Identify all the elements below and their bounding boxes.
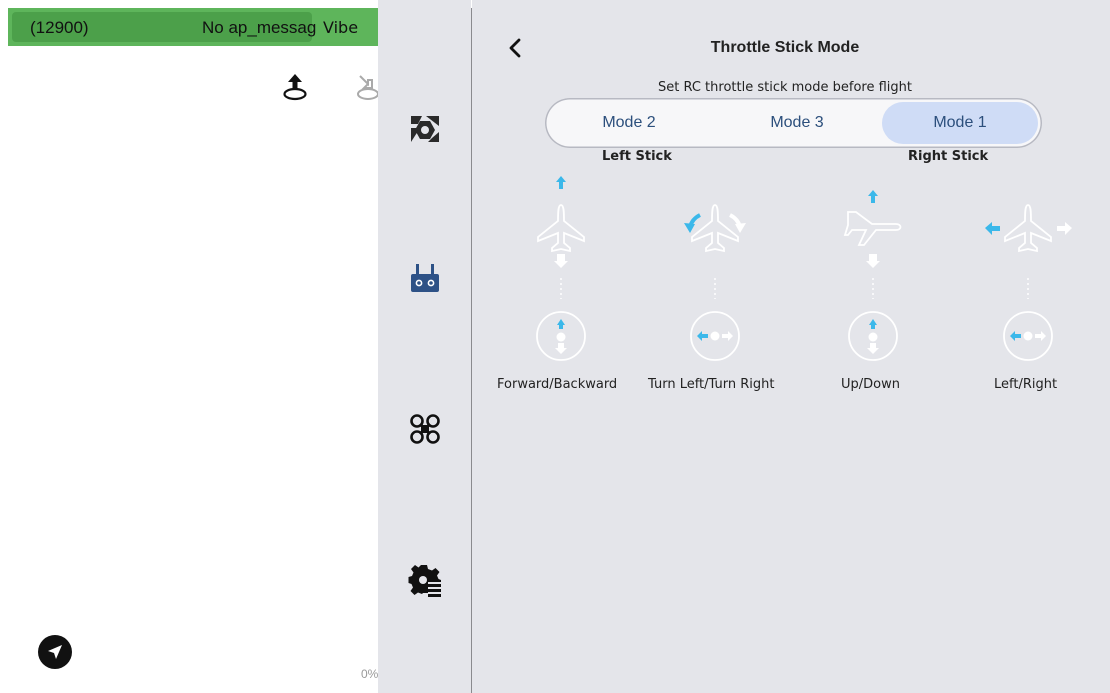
mode-selector: Mode 2 Mode 3 Mode 1 bbox=[545, 98, 1042, 148]
log-panel: (12900) No ap_message Vibe 0% bbox=[0, 0, 378, 693]
down-arrow-icon bbox=[866, 254, 880, 268]
caption-left-right: Left/Right bbox=[994, 377, 1058, 392]
send-icon bbox=[48, 645, 62, 659]
up-arrow-icon bbox=[868, 190, 878, 203]
turn-diagram bbox=[684, 204, 746, 361]
upload-icon[interactable] bbox=[282, 72, 308, 102]
vibe-label[interactable]: Vibe bbox=[323, 18, 358, 37]
aircraft-icon bbox=[537, 204, 585, 253]
aircraft-icon bbox=[1004, 204, 1052, 253]
status-message: No ap_message bbox=[202, 18, 316, 37]
caption-turn: Turn Left/Turn Right bbox=[648, 377, 775, 392]
status-bar: (12900) No ap_message Vibe bbox=[8, 8, 378, 46]
remote-controller-icon[interactable] bbox=[408, 262, 442, 296]
up-down-diagram bbox=[843, 190, 902, 361]
control-forward-backward bbox=[510, 175, 610, 370]
caption-forward-backward: Forward/Backward bbox=[497, 377, 618, 392]
backward-arrow-icon bbox=[554, 254, 568, 268]
left-arrow-icon bbox=[985, 222, 1000, 235]
forward-backward-diagram bbox=[536, 176, 586, 361]
right-stick-label: Right Stick bbox=[908, 149, 989, 164]
right-arrow-icon bbox=[1057, 222, 1072, 235]
control-up-down bbox=[822, 175, 922, 370]
download-icon[interactable] bbox=[356, 72, 378, 102]
progress-percent: 0% bbox=[361, 667, 378, 681]
send-button[interactable] bbox=[38, 635, 72, 669]
control-turn bbox=[664, 175, 764, 370]
camera-gimbal-icon[interactable] bbox=[408, 112, 442, 146]
forward-arrow-icon bbox=[556, 176, 566, 189]
back-arrow-icon[interactable] bbox=[508, 38, 522, 58]
page-subtitle: Set RC throttle stick mode before flight bbox=[657, 80, 912, 95]
status-id: (12900) bbox=[30, 18, 89, 37]
caption-up-down: Up/Down bbox=[841, 377, 900, 392]
mode-option-3[interactable]: Mode 3 bbox=[717, 102, 877, 144]
left-right-diagram bbox=[985, 204, 1072, 361]
aircraft-icon bbox=[691, 204, 739, 253]
mode-option-2[interactable]: Mode 2 bbox=[549, 102, 709, 144]
drone-icon[interactable] bbox=[408, 412, 442, 446]
aircraft-side-icon bbox=[843, 211, 902, 246]
control-left-right bbox=[977, 175, 1077, 370]
settings-gear-icon[interactable] bbox=[408, 563, 442, 597]
left-stick-label: Left Stick bbox=[602, 149, 672, 164]
page-title: Throttle Stick Mode bbox=[710, 39, 860, 56]
mode-option-1[interactable]: Mode 1 bbox=[882, 102, 1038, 144]
